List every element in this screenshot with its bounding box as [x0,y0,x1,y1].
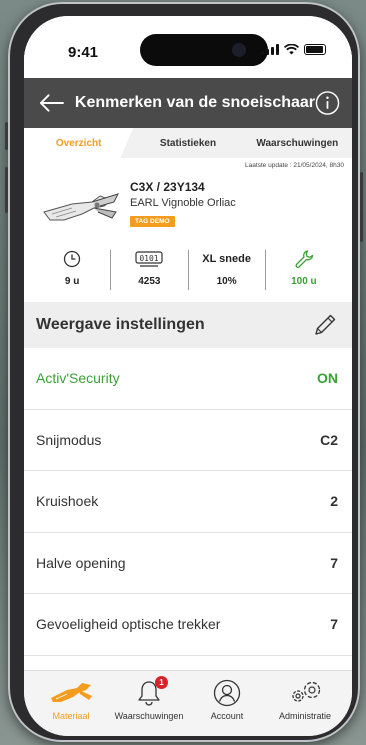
setting-value: 7 [330,616,338,633]
wifi-icon [284,44,299,55]
phone-power-button [360,172,363,242]
nav-materiaal[interactable]: Materiaal [32,679,110,736]
nav-label: Waarschuwingen [114,711,184,721]
stat-maintenance: 100 u [266,250,342,290]
nav-account[interactable]: Account [188,679,266,736]
setting-row-gevoeligheid[interactable]: Gevoeligheid optische trekker 7 [24,594,352,656]
setting-row-kruishoek[interactable]: Kruishoek 2 [24,471,352,533]
setting-name: Kruishoek [36,493,99,510]
demo-tag-badge: TAG DEMO [130,216,175,227]
nav-waarschuwingen[interactable]: 1 Waarschuwingen [110,676,188,736]
setting-value: ON [317,370,338,387]
signal-icon [261,44,279,55]
device-model: C3X / 23Y134 [130,180,205,194]
phone-frame: 9:41 Kenmerken van de snoeischaar Overzi… [5,2,363,742]
setting-value: 7 [330,554,338,571]
nav-administratie[interactable]: Administratie [266,679,344,736]
status-bar: 9:41 [24,16,352,78]
stat-cuts-value: 4253 [138,276,161,287]
nav-label: Administratie [278,711,332,721]
status-time: 9:41 [68,44,99,61]
stats-row: 9 u 0101 4253 XL snede 10% 100 u [24,240,352,302]
tab-waarschuwingen[interactable]: Waarschuwingen [243,128,352,158]
setting-name: Gevoeligheid optische trekker [36,616,221,633]
nav-label: Account [210,711,244,721]
bottom-navigation: Materiaal 1 Waarschuwingen Account Admin… [24,670,352,736]
settings-header: Weergave instellingen [24,302,352,348]
phone-volume-button [5,167,8,213]
setting-name: Halve opening [36,554,126,571]
stat-maintenance-value: 100 u [291,276,317,287]
tab-overzicht[interactable]: Overzicht [24,128,134,158]
setting-name: Activ'Security [36,370,120,387]
page-title: Kenmerken van de snoeischaar [74,94,316,111]
setting-name: Snijmodus [36,431,102,448]
notification-badge: 1 [155,676,168,689]
dynamic-island [140,34,268,66]
pencil-edit-icon[interactable] [312,312,338,338]
device-owner: EARL Vignoble Orliac [130,197,236,209]
setting-row-activ-security[interactable]: Activ'Security ON [24,348,352,410]
stat-xl-value: 10% [216,276,237,287]
status-icons [261,44,326,55]
tab-statistieken[interactable]: Statistieken [133,128,242,158]
tab-bar: Overzicht Statistieken Waarschuwingen [24,128,352,158]
setting-value: 2 [330,493,338,510]
info-icon[interactable] [315,90,340,116]
wrench-icon [295,250,314,268]
svg-text:0101: 0101 [140,254,159,263]
app-bar: Kenmerken van de snoeischaar [24,78,352,128]
stat-cuts: 0101 4253 [111,250,189,290]
phone-side-button [5,122,8,150]
stat-hours: 9 u [34,250,112,290]
stat-xl-cut: XL snede 10% [189,250,266,290]
stat-hours-value: 9 u [64,276,80,287]
settings-title: Weergave instellingen [36,316,205,333]
camera-icon [232,43,246,57]
shears-icon [51,683,92,702]
back-arrow-icon[interactable] [38,93,65,113]
battery-icon [304,44,326,55]
setting-row-snijmodus[interactable]: Snijmodus C2 [24,409,352,471]
setting-value: C2 [320,431,338,448]
account-icon [213,679,241,707]
clock-icon [63,250,81,268]
last-update: Laatste update : 21/05/2024, 8h30 [244,162,344,169]
device-summary: C3X / 23Y134 EARL Vignoble Orliac TAG DE… [24,172,352,240]
stat-xl-heading: XL snede [202,253,251,265]
screen: 9:41 Kenmerken van de snoeischaar Overzi… [24,16,352,736]
setting-row-halve-opening[interactable]: Halve opening 7 [24,532,352,594]
shears-image [43,193,119,221]
nav-label: Materiaal [52,711,90,721]
gears-icon [292,681,321,702]
counter-icon: 0101 [135,251,163,267]
